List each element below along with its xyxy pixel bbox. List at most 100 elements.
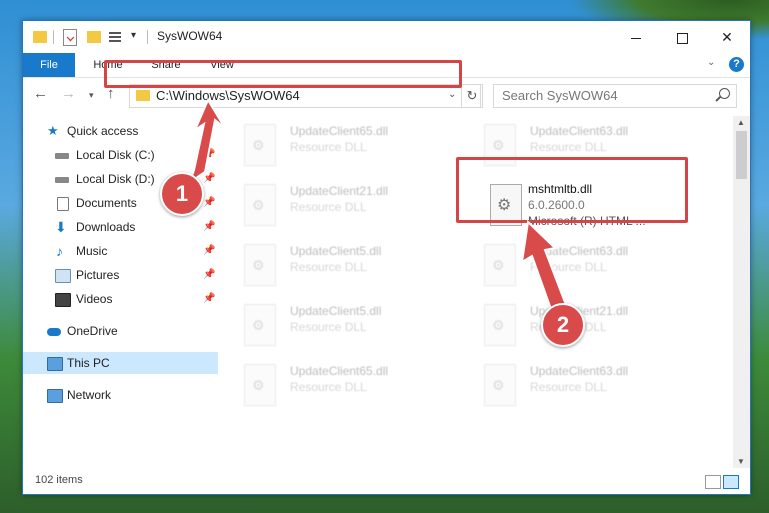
dll-file-icon xyxy=(244,364,276,406)
maximize-button[interactable] xyxy=(659,21,705,53)
file-type: Resource DLL xyxy=(290,260,367,274)
tab-file[interactable]: File xyxy=(23,53,75,77)
pin-icon: 📌 xyxy=(203,173,216,184)
file-tile[interactable]: UpdateClient5.dll Resource DLL xyxy=(228,298,458,354)
close-icon: ✕ xyxy=(721,29,733,45)
file-name: UpdateClient63.dll xyxy=(530,124,629,138)
folder-icon xyxy=(33,31,47,43)
file-name: UpdateClient63.dll xyxy=(530,244,629,258)
drive-icon xyxy=(55,153,69,159)
sidebar-item-label: This PC xyxy=(67,356,110,370)
music-icon: ♪ xyxy=(56,243,63,259)
forward-button[interactable]: → xyxy=(61,85,76,102)
minimize-button[interactable] xyxy=(613,21,659,53)
new-folder-icon[interactable] xyxy=(87,31,101,43)
file-tile[interactable]: UpdateClient5.dll Resource DLL xyxy=(228,238,458,294)
sidebar-item-label: Local Disk (C:) xyxy=(76,148,155,162)
status-bar: 102 items xyxy=(23,470,750,494)
sidebar-item-label: Videos xyxy=(76,292,113,306)
file-type: Resource DLL xyxy=(290,140,367,154)
sidebar-item-network[interactable]: Network xyxy=(23,384,218,406)
search-icon xyxy=(719,88,730,99)
pin-icon: 📌 xyxy=(203,269,216,280)
vertical-scrollbar[interactable]: ▲ ▼ xyxy=(733,116,750,468)
sidebar-item-this-pc[interactable]: This PC xyxy=(23,352,218,374)
search-input[interactable]: Search SysWOW64 xyxy=(493,84,737,108)
sidebar-item-downloads[interactable]: ⬇ Downloads 📌 xyxy=(23,216,218,238)
file-type: Resource DLL xyxy=(290,200,367,214)
details-view-icon[interactable] xyxy=(705,475,721,489)
sidebar-item-label: Local Disk (D:) xyxy=(76,172,155,186)
tiles-view-icon[interactable] xyxy=(723,475,739,489)
refresh-button[interactable]: ↻ xyxy=(461,84,483,108)
recent-locations-icon[interactable]: ▾ xyxy=(89,90,94,101)
sidebar-item-label: Documents xyxy=(76,196,137,210)
file-tile[interactable]: UpdateClient21.dll Resource DLL xyxy=(228,178,458,234)
videos-icon xyxy=(55,293,71,307)
back-button[interactable]: ← xyxy=(33,85,48,102)
sidebar-item-videos[interactable]: Videos 📌 xyxy=(23,288,218,310)
sidebar-item-onedrive[interactable]: OneDrive xyxy=(23,320,218,342)
download-icon: ⬇ xyxy=(55,219,67,235)
expand-ribbon-icon[interactable]: ⌄ xyxy=(707,57,715,68)
file-type: Resource DLL xyxy=(290,380,367,394)
sidebar-item-label: Downloads xyxy=(76,220,136,234)
dll-file-icon xyxy=(484,244,516,286)
address-dropdown-icon[interactable]: ⌄ xyxy=(448,89,456,100)
dll-file-icon xyxy=(244,124,276,166)
sidebar-item-local-disk-c[interactable]: Local Disk (C:) 📌 xyxy=(23,144,218,166)
documents-icon xyxy=(57,197,69,211)
sidebar-item-label: Music xyxy=(76,244,108,258)
step-1-callout: 1 xyxy=(160,172,204,216)
sidebar-item-label: Pictures xyxy=(76,268,120,282)
file-tile[interactable]: UpdateClient65.dll Resource DLL xyxy=(228,358,458,414)
address-path[interactable]: C:\Windows\SysWOW64 xyxy=(156,88,300,103)
sidebar-item-pictures[interactable]: Pictures 📌 xyxy=(23,264,218,286)
pin-icon: 📌 xyxy=(203,293,216,304)
pictures-icon xyxy=(55,269,71,283)
pin-icon: 📌 xyxy=(203,197,216,208)
item-count: 102 items xyxy=(35,474,83,486)
pin-icon: 📌 xyxy=(203,149,216,160)
scroll-up-icon[interactable]: ▲ xyxy=(737,118,745,127)
file-name: UpdateClient21.dll xyxy=(290,184,389,198)
file-type: Resource DLL xyxy=(530,380,607,394)
pin-icon: 📌 xyxy=(203,221,216,232)
file-tile[interactable]: UpdateClient63.dll Resource DLL xyxy=(468,238,698,294)
help-icon[interactable]: ? xyxy=(729,57,744,72)
sidebar-item-quick-access[interactable]: ★ Quick access xyxy=(23,120,218,142)
search-placeholder: Search SysWOW64 xyxy=(502,88,618,103)
file-tile[interactable]: UpdateClient65.dll Resource DLL xyxy=(228,118,458,174)
file-type: Resource DLL xyxy=(290,320,367,334)
scrollbar-thumb[interactable] xyxy=(736,131,747,179)
file-name: UpdateClient65.dll xyxy=(290,364,389,378)
file-name: UpdateClient65.dll xyxy=(290,124,389,138)
file-name: UpdateClient5.dll xyxy=(290,304,382,318)
close-button[interactable]: ✕ xyxy=(704,21,750,53)
navigation-pane: ★ Quick access Local Disk (C:) 📌 Local D… xyxy=(23,116,218,468)
folder-icon xyxy=(136,90,150,101)
dll-file-icon xyxy=(484,304,516,346)
properties-icon[interactable] xyxy=(63,29,77,46)
dll-file-icon xyxy=(484,364,516,406)
quick-access-dropdown-icon[interactable]: ▾ xyxy=(131,30,136,46)
sidebar-item-music[interactable]: ♪ Music 📌 xyxy=(23,240,218,262)
drive-icon xyxy=(55,177,69,183)
minimize-icon xyxy=(631,37,641,39)
file-type: Resource DLL xyxy=(530,260,607,274)
file-tile[interactable]: UpdateClient63.dll Resource DLL xyxy=(468,358,698,414)
file-type: Resource DLL xyxy=(530,140,607,154)
explorer-window: ▾ SysWOW64 ✕ File Home Share View ⌄ ? ← … xyxy=(22,20,751,495)
sidebar-item-label: OneDrive xyxy=(67,324,118,338)
dll-file-icon xyxy=(244,184,276,226)
address-bar-highlight xyxy=(104,60,462,88)
file-name: UpdateClient63.dll xyxy=(530,364,629,378)
window-title: SysWOW64 xyxy=(157,29,223,43)
pin-icon: 📌 xyxy=(203,245,216,256)
file-highlight xyxy=(456,157,688,223)
customize-toolbar-icon[interactable] xyxy=(109,30,125,44)
cloud-icon xyxy=(47,328,61,336)
dll-file-icon xyxy=(244,304,276,346)
step-2-callout: 2 xyxy=(541,303,585,347)
scroll-down-icon[interactable]: ▼ xyxy=(737,457,745,466)
